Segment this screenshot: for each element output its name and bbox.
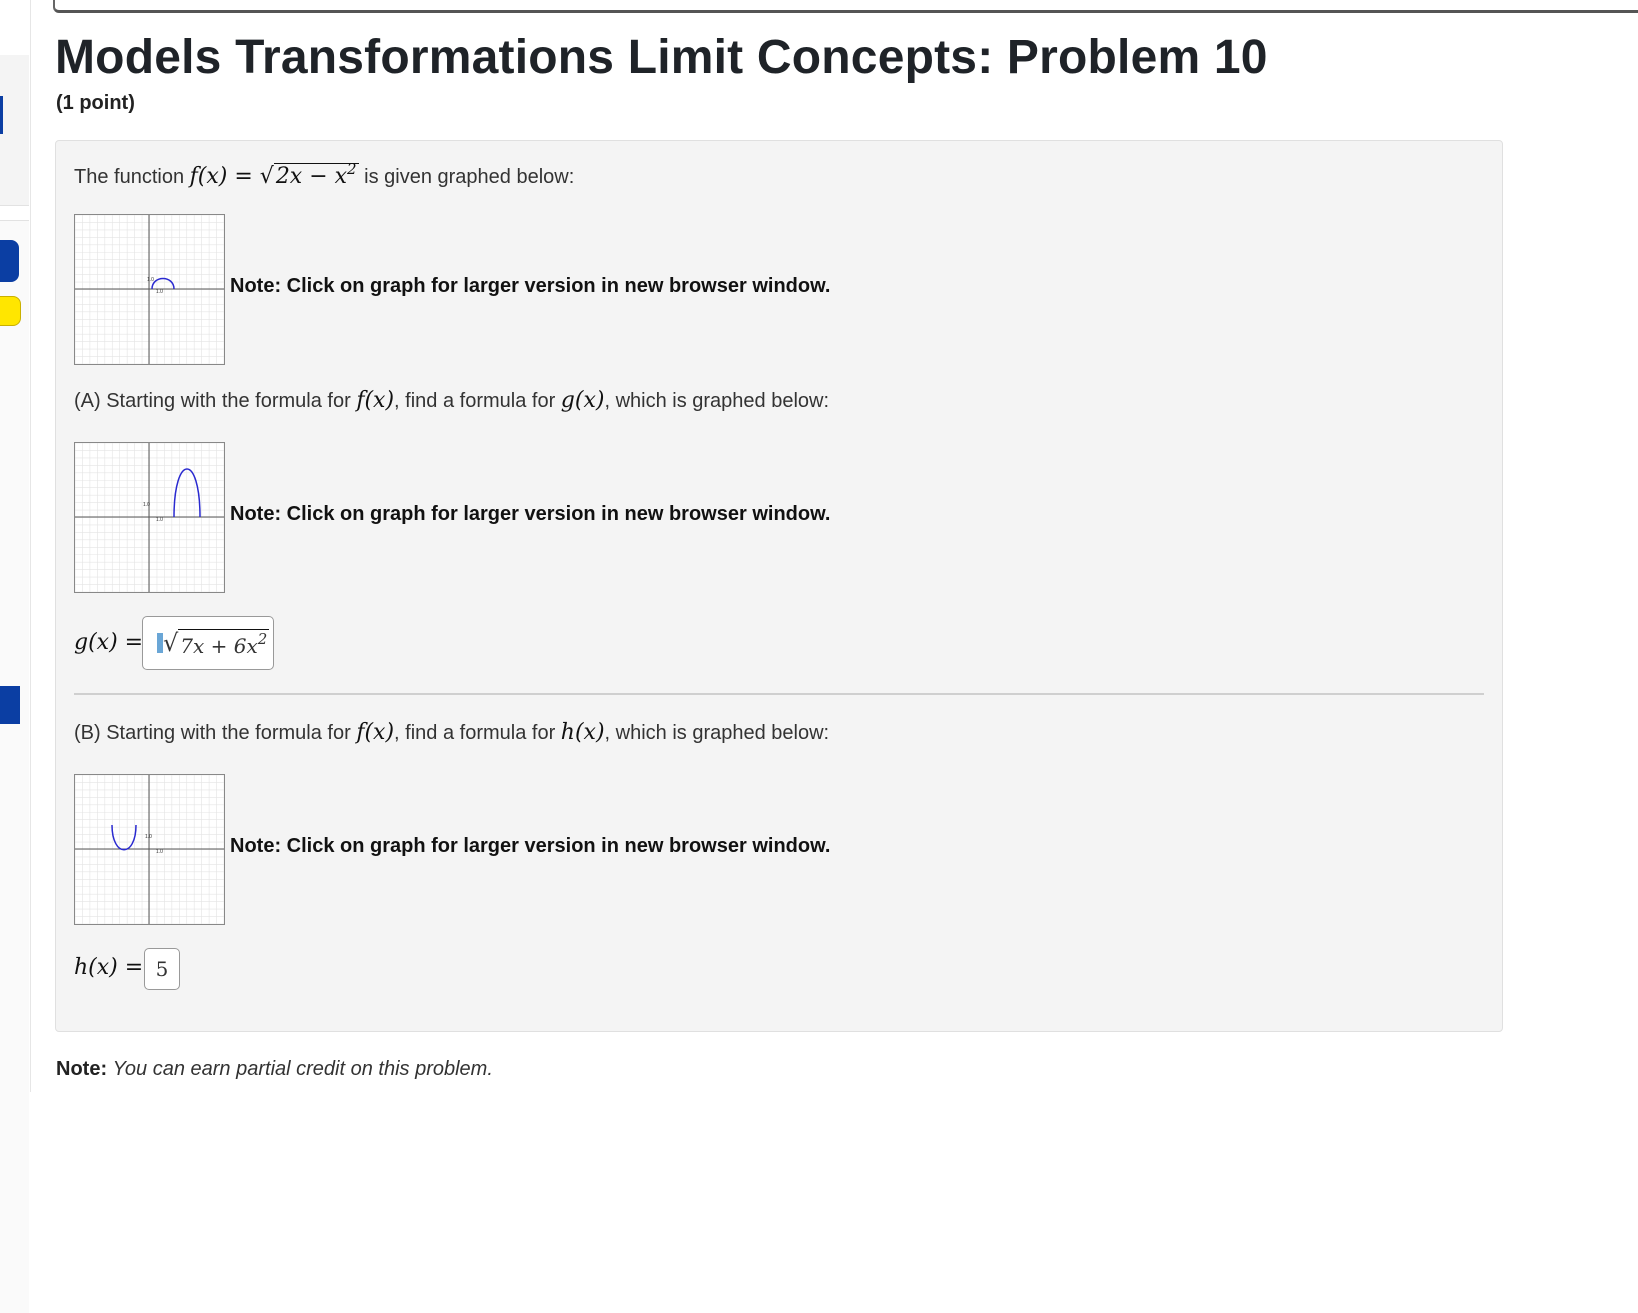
- rail-panel: [0, 220, 29, 1313]
- h-answer-label: h(x) =: [74, 955, 143, 980]
- part-a-prompt: (A) Starting with the formula for f(x), …: [74, 388, 829, 413]
- section-divider: [74, 693, 1484, 695]
- graph-h-plot: 1.0 1.0: [75, 775, 224, 924]
- tick-label: 1.0: [156, 289, 163, 295]
- g-answer-exponent: 2: [257, 629, 268, 648]
- intro-text: The function f(x) = √2x − x2 is given gr…: [74, 160, 574, 189]
- graph-g[interactable]: 1.0 1.0: [74, 442, 225, 593]
- partial-credit-note: Note: You can earn partial credit on thi…: [56, 1058, 493, 1081]
- h-curve: [111, 824, 137, 851]
- function-exponent: 2: [347, 160, 357, 178]
- part-b-prompt: (B) Starting with the formula for f(x), …: [74, 720, 829, 745]
- graph-note: Note: Click on graph for larger version …: [230, 835, 831, 857]
- rail-tab-yellow[interactable]: [0, 296, 21, 326]
- graph-f[interactable]: 1.0 1.0: [74, 214, 225, 365]
- note-label: Note:: [56, 1058, 108, 1080]
- part-a-middle: , find a formula for: [394, 390, 561, 412]
- h-answer-label-text: h(x) =: [74, 955, 144, 980]
- problem-container: [55, 140, 1503, 1032]
- tick-label: 1.0: [143, 502, 150, 508]
- g-answer-radicand: 7x + 6x: [180, 633, 258, 658]
- rail-panel: [0, 55, 29, 206]
- h-notation: h(x): [560, 720, 605, 745]
- rail-active-marker: [0, 96, 3, 134]
- g-answer-label-text: g(x) =: [74, 630, 144, 655]
- g-answer-label: g(x) =: [74, 630, 143, 655]
- graph-note: Note: Click on graph for larger version …: [230, 275, 831, 297]
- f-notation: f(x): [356, 388, 395, 413]
- h-answer-value: 5: [155, 957, 169, 981]
- graph-h[interactable]: 1.0 1.0: [74, 774, 225, 925]
- part-a-suffix: , which is graphed below:: [604, 390, 830, 412]
- part-a-prefix: (A) Starting with the formula for: [74, 390, 357, 412]
- function-definition: f(x) = √2x − x2: [189, 160, 359, 189]
- part-b-suffix: , which is graphed below:: [604, 722, 830, 744]
- note-text: You can earn partial credit on this prob…: [112, 1058, 493, 1080]
- part-b-prefix: (B) Starting with the formula for: [74, 722, 357, 744]
- left-rail: [0, 0, 31, 1313]
- function-lhs: f(x) =: [189, 164, 253, 189]
- f-curve: [151, 277, 175, 290]
- h-answer-input[interactable]: 5: [144, 948, 180, 990]
- page-title: Models Transformations Limit Concepts: P…: [55, 31, 1268, 84]
- rail-tab-blue[interactable]: [0, 240, 19, 282]
- part-b-middle: , find a formula for: [394, 722, 561, 744]
- intro-prefix: The function: [74, 166, 190, 188]
- graph-g-plot: 1.0 1.0: [75, 443, 224, 592]
- intro-suffix: is given graphed below:: [358, 166, 575, 188]
- graph-note: Note: Click on graph for larger version …: [230, 503, 831, 525]
- tick-label: 1.0: [145, 834, 152, 840]
- sqrt-sign: √: [163, 629, 179, 657]
- f-notation: f(x): [356, 720, 395, 745]
- graph-f-plot: 1.0 1.0: [75, 215, 224, 364]
- top-navigation-bar: [53, 0, 1638, 13]
- tick-label: 1.0: [156, 849, 163, 855]
- g-answer-input[interactable]: √ 7x + 6x2: [142, 616, 274, 670]
- function-radicand: 2x − x: [275, 164, 348, 189]
- rail-tab-blue-2[interactable]: [0, 686, 20, 724]
- tick-label: 1.0: [147, 277, 154, 283]
- tick-label: 1.0: [156, 517, 163, 523]
- g-notation: g(x): [560, 388, 605, 413]
- point-value: (1 point): [56, 92, 135, 114]
